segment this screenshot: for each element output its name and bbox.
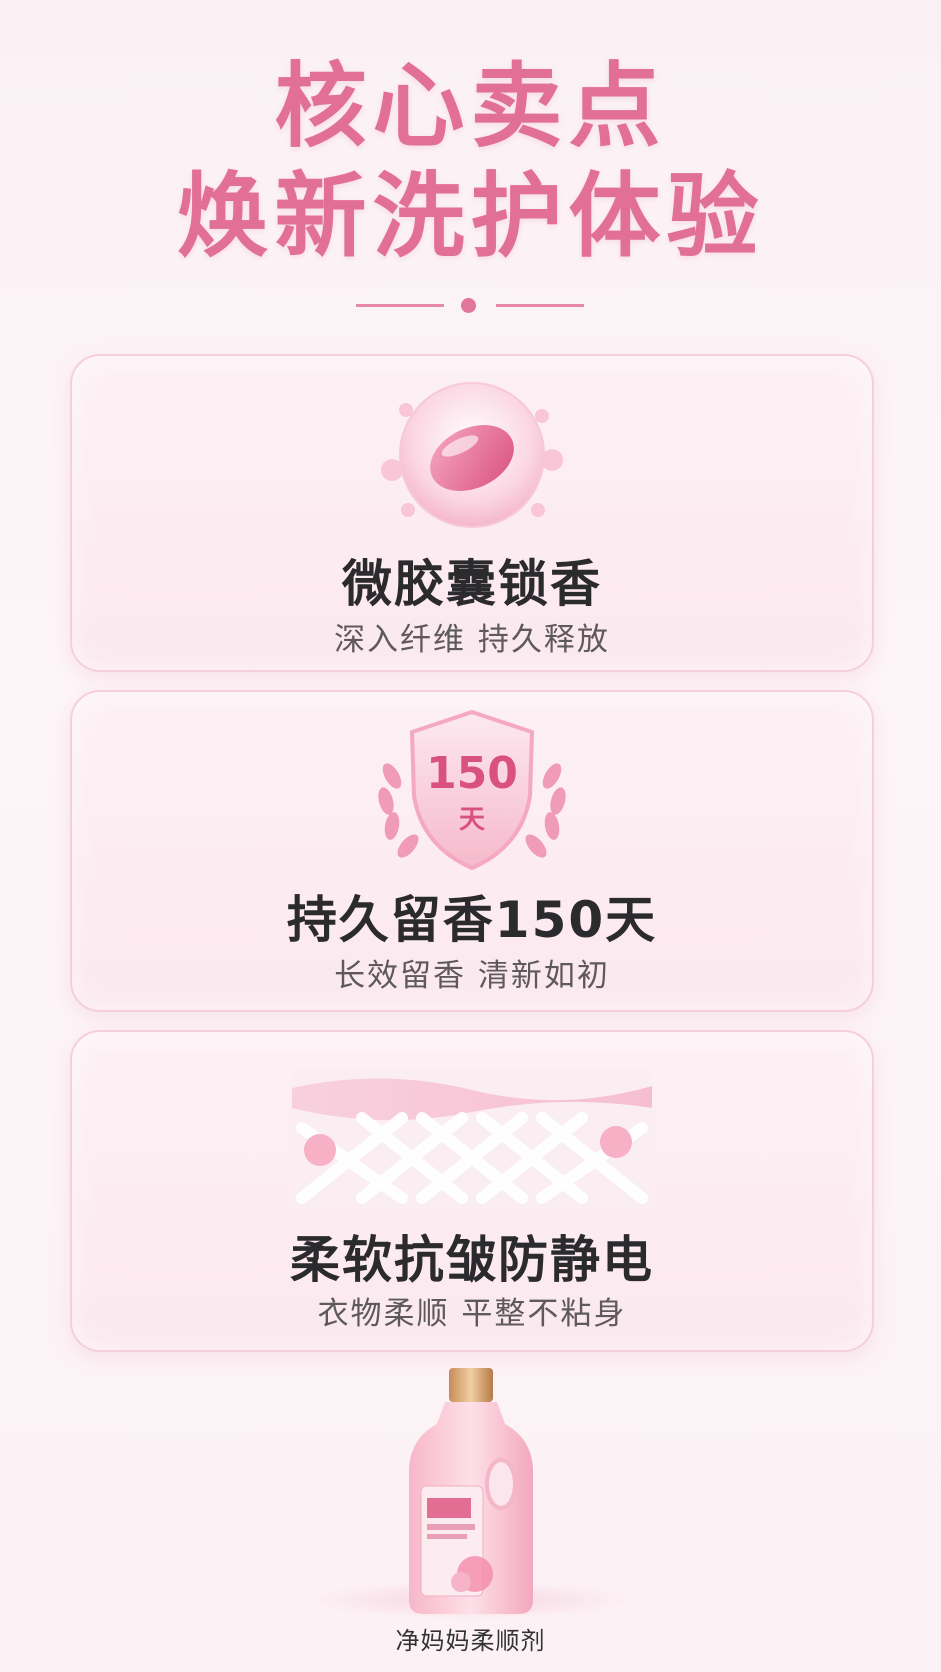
feature-subtitle: 衣物柔顺 平整不粘身: [317, 1296, 627, 1332]
page-title-line1: 核心卖点: [274, 53, 667, 160]
shield-laurel-icon: 150 天: [378, 709, 566, 871]
feature-title: 柔软抗皱防静电: [290, 1231, 654, 1289]
fabric-weave-icon: [292, 1068, 652, 1208]
feature-card-fragrance: 150 天 持久留香150天 长效留香 清新如初: [70, 690, 874, 1012]
badge-unit: 天: [459, 805, 485, 835]
feature-subtitle: 长效留香 清新如初: [334, 958, 610, 994]
feature-title: 持久留香150天: [286, 891, 658, 949]
feature-title: 微胶囊锁香: [342, 555, 602, 613]
bottle-icon: [409, 1368, 533, 1614]
page-title-line2: 焕新洗护体验: [176, 163, 765, 270]
product-name: 净妈妈柔顺剂: [395, 1627, 546, 1655]
feature-card-softness: 柔软抗皱防静电 衣物柔顺 平整不粘身: [70, 1030, 874, 1352]
feature-subtitle: 深入纤维 持久释放: [334, 622, 610, 658]
title-divider: [0, 296, 941, 314]
feature-card-capsule: 微胶囊锁香 深入纤维 持久释放: [70, 354, 874, 672]
badge-number: 150: [426, 748, 518, 799]
capsule-icon: [381, 382, 563, 528]
